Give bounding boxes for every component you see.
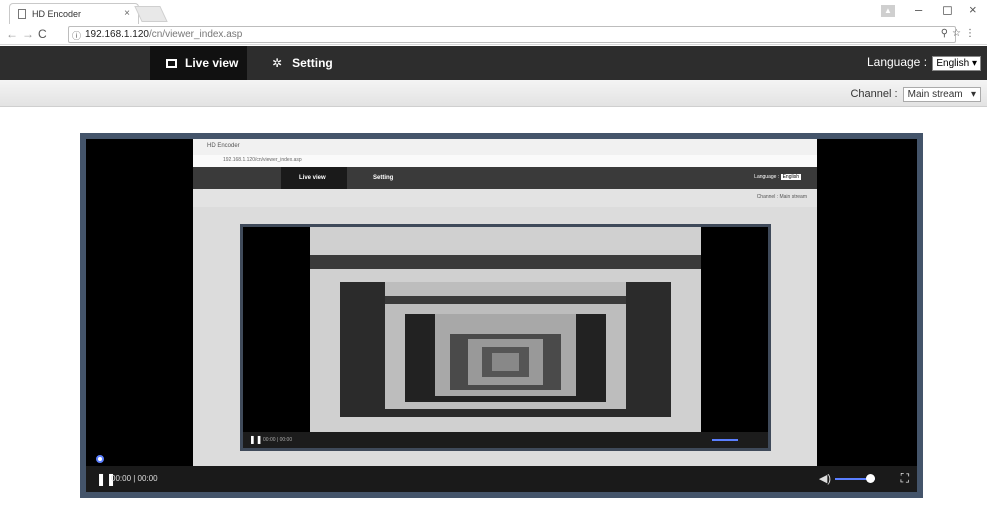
player-controls: ❚❚ 00:00 | 00:00 ◀) ⛶ <box>86 466 917 492</box>
app-navbar: Live view ✲ Setting Language : English ▾ <box>0 46 987 80</box>
nested-url: 192.168.1.120/cn/viewer_index.asp <box>223 157 302 163</box>
tab-setting-label: Setting <box>292 56 333 70</box>
extension-icons[interactable]: ⚲☆⋮ <box>941 28 979 39</box>
nested-channel-label: Channel : <box>756 194 779 200</box>
close-window-icon[interactable]: × <box>969 2 977 17</box>
nested-tabstrip: HD Encoder <box>193 139 817 155</box>
volume-icon[interactable]: ◀) <box>819 472 831 485</box>
nested-address: 192.168.1.120/cn/viewer_index.asp <box>193 155 817 167</box>
browser-tab[interactable]: HD Encoder × <box>9 3 139 24</box>
nested-channel: Channel : Main stream <box>757 194 807 200</box>
fullscreen-icon[interactable]: ⛶ <box>901 471 909 486</box>
volume-knob[interactable] <box>866 474 875 483</box>
nested-language-value: English <box>780 174 801 180</box>
url-path: /cn/viewer_index.asp <box>148 29 243 40</box>
channel-bar: Channel : Main stream ▾ <box>0 80 987 107</box>
url-input[interactable]: ⓘ 192.168.1.120/cn/viewer_index.asp <box>68 26 956 43</box>
back-icon[interactable]: ← <box>6 27 18 41</box>
video-container: HD Encoder 192.168.1.120/cn/viewer_index… <box>80 133 923 498</box>
language-selector: Language : English ▾ <box>867 55 981 71</box>
tab-title: HD Encoder <box>32 9 82 19</box>
nested-tab-live-view: Live view <box>281 167 347 189</box>
channel-dropdown[interactable]: Main stream ▾ <box>902 87 981 102</box>
tab-live-view-label: Live view <box>185 56 239 70</box>
channel-value: Main stream <box>907 89 963 100</box>
language-dropdown[interactable]: English ▾ <box>932 56 981 71</box>
channel-selector: Channel : Main stream ▾ <box>850 87 981 102</box>
nested-video-level2: ❚❚ 00:00 | 00:00 <box>240 224 771 451</box>
language-label: Language : <box>866 55 928 69</box>
url-host: 192.168.1.120 <box>85 29 149 40</box>
reload-icon[interactable]: C <box>38 27 47 41</box>
browser-tabstrip: HD Encoder × ▲ – ◻ × <box>0 0 987 24</box>
nested-tab-title: HD Encoder <box>207 143 240 149</box>
info-icon[interactable]: ⓘ <box>72 29 81 42</box>
maximize-icon[interactable]: ◻ <box>942 2 953 18</box>
tab-setting[interactable]: ✲ Setting <box>272 46 352 80</box>
video-time: 00:00 | 00:00 <box>111 474 158 483</box>
tab-live-view[interactable]: Live view <box>150 46 247 80</box>
video-player[interactable]: HD Encoder 192.168.1.120/cn/viewer_index… <box>86 139 917 492</box>
nested-navbar: Live view Setting Language : English <box>193 167 817 189</box>
nested-channel-bar: Channel : Main stream <box>193 189 817 207</box>
minimize-icon[interactable]: – <box>915 2 922 17</box>
seek-handle[interactable] <box>96 455 104 463</box>
user-icon[interactable]: ▲ <box>881 5 895 17</box>
video-frame: HD Encoder 192.168.1.120/cn/viewer_index… <box>193 139 817 466</box>
new-tab-button[interactable] <box>134 6 168 22</box>
monitor-icon <box>166 59 177 68</box>
language-value: English <box>936 58 970 69</box>
nested-video-time: 00:00 | 00:00 <box>263 437 293 443</box>
address-bar-row: ← → C ⓘ 192.168.1.120/cn/viewer_index.as… <box>0 24 987 45</box>
page-icon <box>18 9 26 19</box>
nested-language-label: Language : <box>754 174 780 180</box>
forward-icon[interactable]: → <box>22 27 34 41</box>
nested-language: Language : English <box>754 174 801 180</box>
close-tab-icon[interactable]: × <box>124 8 130 19</box>
gear-icon: ✲ <box>272 56 283 70</box>
nested-tab-setting: Setting <box>373 175 394 181</box>
nested-channel-value: Main stream <box>779 194 807 200</box>
channel-label: Channel : <box>850 88 898 100</box>
